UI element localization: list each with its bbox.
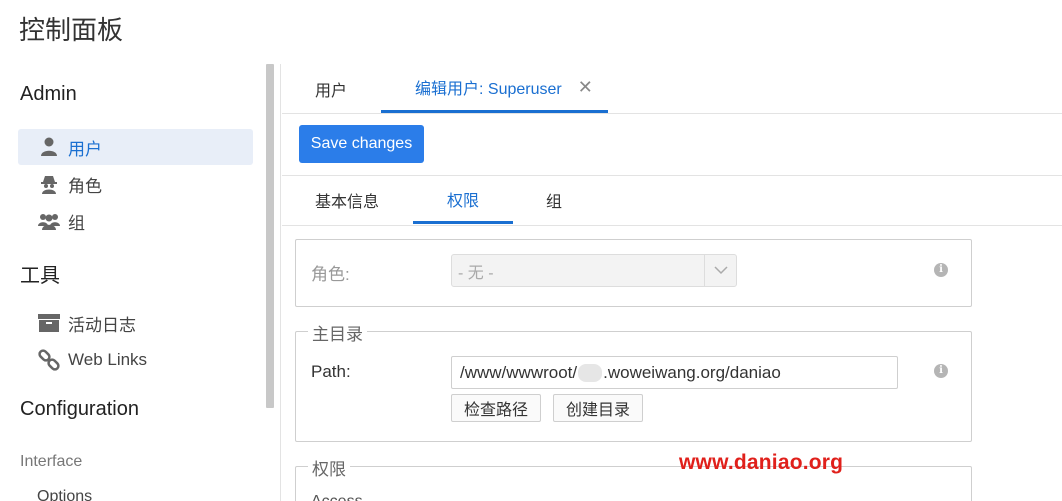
- tab-edit-user[interactable]: 编辑用户: Superuser ✕: [381, 64, 608, 113]
- main-tabs: 用户 编辑用户: Superuser ✕: [282, 64, 1062, 114]
- tab-groups[interactable]: 组: [534, 176, 574, 224]
- home-directory-legend: 主目录: [308, 320, 367, 345]
- page-title: 控制面板: [19, 16, 124, 46]
- role-label: 角色:: [311, 265, 350, 284]
- chevron-down-icon: [704, 255, 736, 286]
- admin-heading: Admin: [20, 83, 77, 105]
- path-prefix: /www/wwwroot/: [460, 362, 578, 382]
- role-panel: 角色: - 无 - i: [295, 239, 972, 307]
- sidebar-scrollbar[interactable]: [266, 64, 274, 408]
- info-icon[interactable]: i: [934, 364, 948, 378]
- sidebar-item-options[interactable]: Options: [37, 488, 92, 501]
- sidebar-item-label: 活动日志: [68, 315, 136, 335]
- archive-icon: [38, 312, 60, 334]
- link-icon: [38, 349, 60, 371]
- role-select-value: - 无 -: [458, 264, 494, 282]
- sidebar-item-label: Web Links: [68, 350, 148, 369]
- create-directory-button[interactable]: 创建目录: [553, 394, 644, 422]
- permissions-panel: 权限 Access: [295, 455, 972, 501]
- users-icon: [38, 210, 60, 232]
- tab-basic-info[interactable]: 基本信息: [302, 176, 392, 224]
- sidebar-item-groups[interactable]: 组: [18, 203, 253, 239]
- permissions-legend: 权限: [308, 455, 350, 480]
- path-suffix: .woweiwang.org/daniao: [603, 362, 781, 382]
- tab-permissions[interactable]: 权限: [413, 176, 513, 224]
- watermark: www.daniao.org: [679, 451, 844, 474]
- path-input[interactable]: /www/wwwroot/ .woweiwang.org/daniao: [451, 356, 898, 389]
- save-button[interactable]: Save changes: [299, 125, 424, 163]
- sidebar-divider: [280, 64, 281, 501]
- sidebar-item-activity-log[interactable]: 活动日志: [18, 305, 253, 341]
- home-directory-panel: 主目录 Path: /www/wwwroot/ .woweiwang.org/da…: [295, 320, 972, 442]
- tab-edit-user-label: 编辑用户: Superuser: [415, 81, 562, 98]
- path-label: Path:: [311, 362, 351, 381]
- configuration-heading: Configuration: [20, 398, 139, 420]
- subtabs: 基本信息 权限 组: [282, 176, 1062, 226]
- sidebar-item-label: 角色: [68, 176, 102, 196]
- sidebar-item-label: 组: [68, 213, 85, 233]
- user-icon: [38, 136, 60, 158]
- redacted-segment: [578, 363, 603, 382]
- sidebar-item-label: 用户: [68, 139, 102, 159]
- tools-heading: 工具: [20, 265, 60, 287]
- info-icon[interactable]: i: [934, 263, 948, 277]
- close-icon[interactable]: ✕: [578, 77, 593, 98]
- sidebar-item-roles[interactable]: 角色: [18, 166, 253, 202]
- tab-users[interactable]: 用户: [315, 64, 347, 113]
- interface-subheading: Interface: [20, 453, 83, 470]
- spy-icon: [38, 173, 60, 195]
- role-select[interactable]: - 无 -: [451, 254, 737, 287]
- sidebar-item-users[interactable]: 用户: [18, 129, 253, 165]
- access-label: Access: [311, 493, 363, 501]
- check-path-button[interactable]: 检查路径: [451, 394, 542, 422]
- sidebar-item-web-links[interactable]: Web Links: [18, 342, 253, 378]
